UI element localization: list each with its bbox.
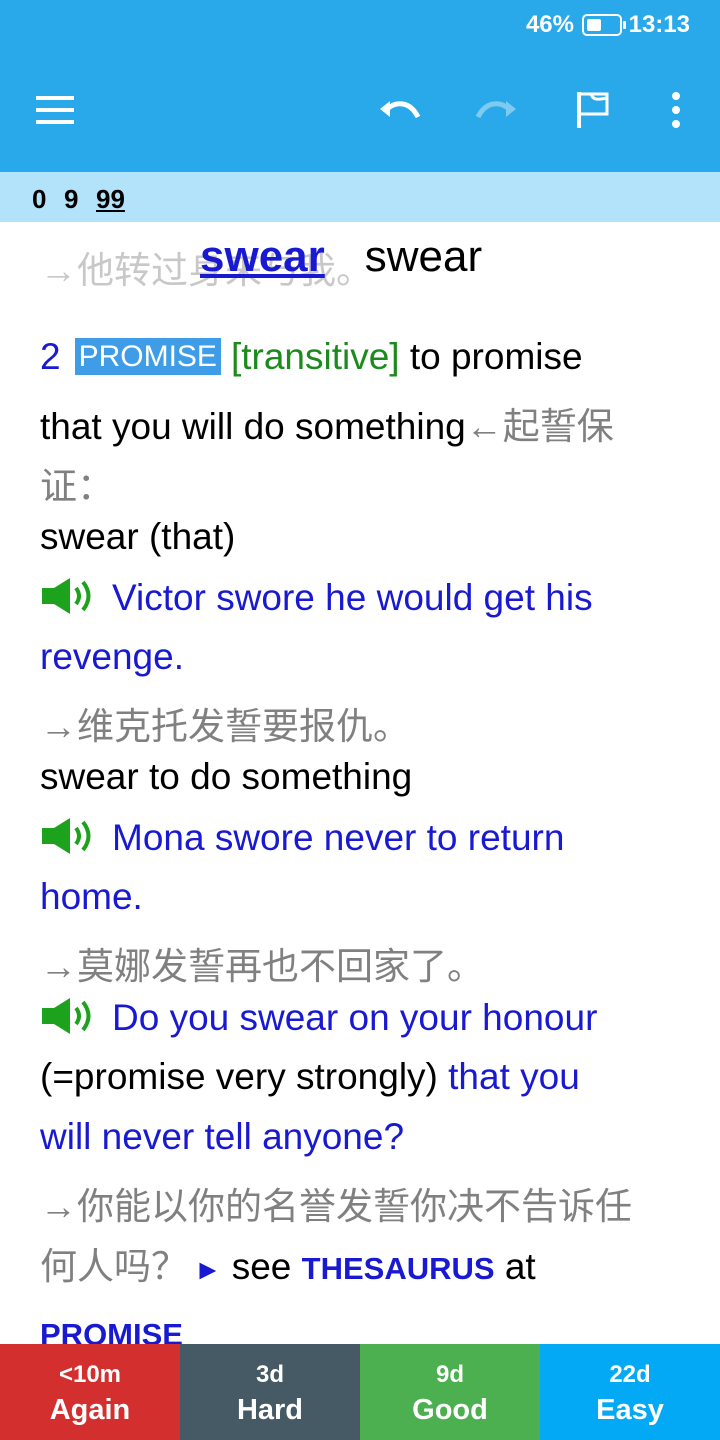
new-count: 0 bbox=[32, 184, 47, 214]
flag-icon[interactable] bbox=[563, 80, 623, 140]
learning-count: 9 bbox=[64, 184, 79, 214]
review-count: 99 bbox=[96, 184, 125, 214]
thesaurus-link[interactable]: THESAURUS bbox=[302, 1251, 495, 1286]
speaker-icon[interactable] bbox=[40, 996, 100, 1045]
see-arrow-icon: ► bbox=[194, 1254, 222, 1285]
hard-label: Hard bbox=[236, 1394, 304, 1426]
headword-text: swear bbox=[364, 232, 483, 281]
more-vert-icon[interactable] bbox=[646, 80, 706, 140]
again-button[interactable]: <10m Again bbox=[0, 1344, 180, 1440]
example-3-line-b: (=promise very strongly) that you bbox=[40, 1056, 580, 1098]
answer-buttons: <10m Again 3d Hard 9d Good 22d Easy bbox=[0, 1344, 720, 1440]
example-1-line-a: Victor swore he would get his bbox=[40, 576, 593, 625]
example-2-text-a: Mona swore never to return bbox=[112, 817, 565, 858]
see-label: see bbox=[231, 1246, 292, 1287]
redo-icon[interactable] bbox=[466, 80, 526, 140]
due-counts-bar: 0 9 99 bbox=[0, 172, 720, 222]
example-1-translation: →维克托发誓要报仇。 bbox=[40, 706, 410, 747]
definition-translation-a: ←起誓保 bbox=[465, 406, 614, 447]
speaker-icon[interactable] bbox=[40, 576, 100, 625]
example-3-text-c: will never tell anyone? bbox=[40, 1116, 405, 1157]
promise-link-line: PROMISE bbox=[40, 1312, 183, 1344]
sense-number: 2 bbox=[40, 336, 61, 377]
definition-line: that you will do something←起誓保 bbox=[40, 396, 614, 450]
good-button[interactable]: 9d Good bbox=[360, 1344, 540, 1440]
good-interval: 9d bbox=[435, 1361, 464, 1388]
sense-header: 2 PROMISE [transitive] to promise bbox=[40, 336, 583, 378]
promise-link[interactable]: PROMISE bbox=[40, 1317, 183, 1344]
definition-translation-b: 证： bbox=[40, 466, 114, 507]
at-label: at bbox=[504, 1246, 536, 1287]
easy-interval: 22d bbox=[609, 1361, 651, 1388]
example-3-line-a: Do you swear on your honour bbox=[40, 996, 597, 1045]
example-1-text-b: revenge. bbox=[40, 636, 184, 677]
pattern-2: swear to do something bbox=[40, 756, 413, 797]
example-3-text-a: Do you swear on your honour bbox=[112, 997, 598, 1038]
headword-link[interactable]: swear bbox=[200, 232, 325, 281]
undo-icon[interactable] bbox=[370, 80, 430, 140]
example-3-gloss: (=promise very strongly) bbox=[40, 1056, 438, 1097]
speaker-icon[interactable] bbox=[40, 816, 100, 865]
example-2-line-a: Mona swore never to return bbox=[40, 816, 564, 865]
good-label: Good bbox=[412, 1394, 488, 1426]
easy-button[interactable]: 22d Easy bbox=[540, 1344, 720, 1440]
status-bar: 46% 13:13 bbox=[0, 0, 720, 50]
headword: swear swear bbox=[200, 232, 482, 282]
definition-part-a: to promise bbox=[409, 336, 583, 377]
hard-button[interactable]: 3d Hard bbox=[180, 1344, 360, 1440]
example-2-text-b: home. bbox=[40, 876, 143, 917]
example-2-translation: →莫娜发誓再也不回家了。 bbox=[40, 946, 484, 987]
see-also-line: 何人吗？ ► see THESAURUS at bbox=[40, 1236, 536, 1290]
easy-label: Easy bbox=[596, 1394, 664, 1426]
hard-interval: 3d bbox=[255, 1361, 284, 1388]
again-label: Again bbox=[49, 1394, 131, 1426]
clock: 13:13 bbox=[628, 11, 690, 38]
battery-icon bbox=[582, 14, 626, 36]
app-bar: 46% 13:13 bbox=[0, 0, 720, 172]
definition-part-b: that you will do something bbox=[40, 406, 466, 447]
signpost: PROMISE bbox=[74, 338, 221, 375]
pattern-1: swear (that) bbox=[40, 516, 236, 557]
again-interval: <10m bbox=[58, 1361, 122, 1388]
battery-percent: 46% bbox=[525, 11, 574, 38]
hamburger-menu-icon[interactable] bbox=[26, 80, 86, 140]
example-3-translation-a: →你能以你的名誉发誓你决不告诉任 bbox=[40, 1186, 632, 1227]
grammar-label: [transitive] bbox=[230, 336, 400, 377]
example-3-text-b: that you bbox=[448, 1056, 580, 1097]
example-1-text-a: Victor swore he would get his bbox=[112, 577, 593, 618]
example-3-translation-b: 何人吗？ bbox=[40, 1246, 188, 1287]
card-content[interactable]: →他转过身来与我。 swear swear 2 PROMISE [transitive… bbox=[40, 222, 690, 1344]
